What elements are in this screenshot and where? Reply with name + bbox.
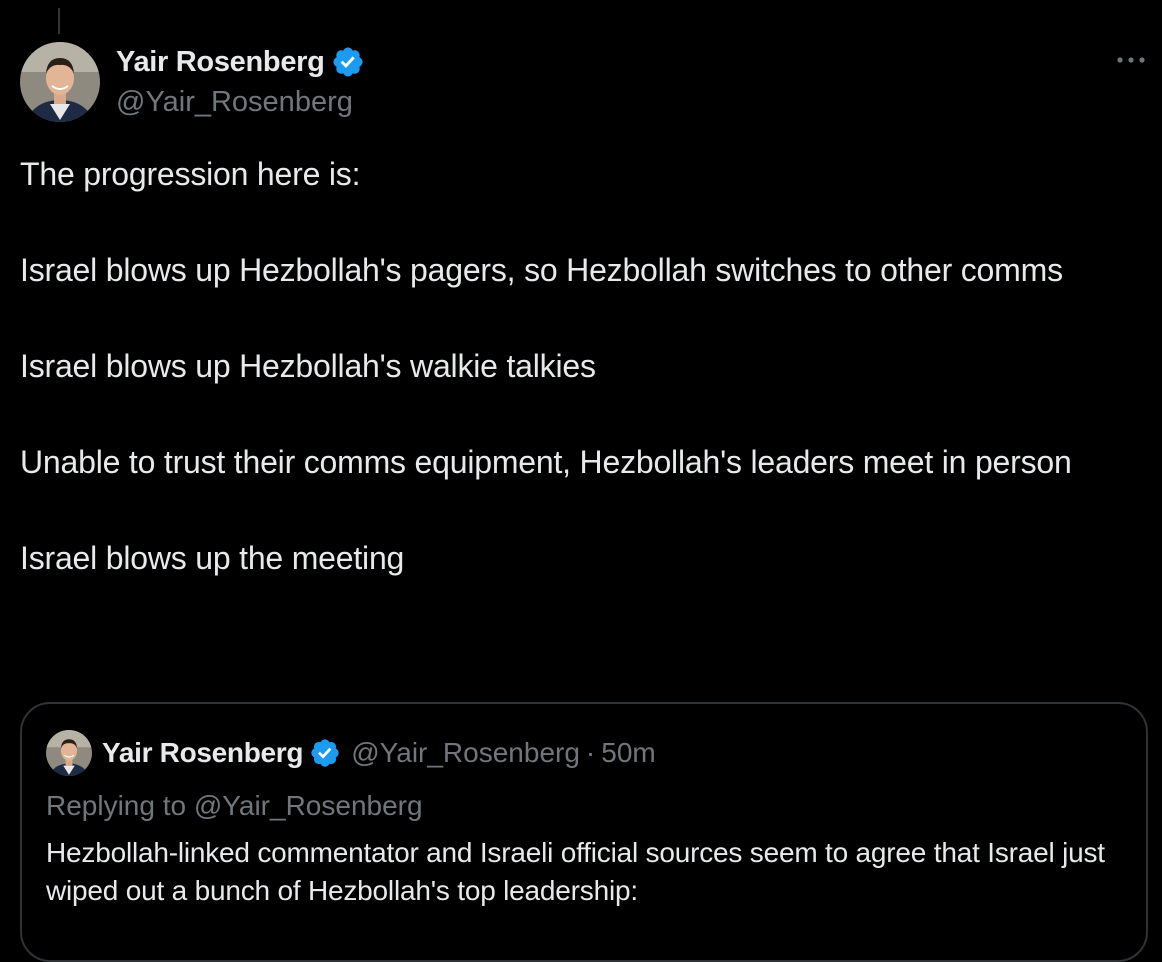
avatar-image bbox=[20, 42, 100, 122]
quoted-tweet-header: Yair Rosenberg @Yair_Rosenberg · 50m bbox=[46, 728, 656, 778]
avatar-image bbox=[46, 730, 92, 776]
tweet-paragraph: Israel blows up Hezbollah's pagers, so H… bbox=[20, 252, 1063, 288]
verified-badge-icon[interactable] bbox=[331, 45, 365, 79]
author-display-name[interactable]: Yair Rosenberg bbox=[116, 46, 325, 79]
verified-badge-icon[interactable] bbox=[309, 737, 341, 769]
tweet-paragraph: The progression here is: bbox=[20, 156, 361, 192]
replying-to-label: Replying to @Yair_Rosenberg bbox=[46, 790, 423, 821]
more-horizontal-icon[interactable] bbox=[1114, 50, 1148, 70]
tweet-paragraph: Israel blows up Hezbollah's walkie talki… bbox=[20, 348, 596, 384]
tweet-body: The progression here is: Israel blows up… bbox=[20, 150, 1130, 582]
author-name-row: Yair Rosenberg bbox=[116, 42, 365, 82]
tweet-paragraph: Israel blows up the meeting bbox=[20, 540, 405, 576]
quoted-author-display-name[interactable]: Yair Rosenberg bbox=[102, 737, 304, 769]
separator-dot: · bbox=[585, 737, 596, 768]
quoted-tweet-card[interactable]: Yair Rosenberg @Yair_Rosenberg · 50m Rep… bbox=[20, 702, 1148, 962]
thread-connector-line bbox=[58, 8, 60, 34]
quoted-author-avatar[interactable] bbox=[46, 730, 92, 776]
author-avatar[interactable] bbox=[20, 42, 100, 122]
quoted-author-handle[interactable]: @Yair_Rosenberg bbox=[351, 737, 580, 769]
author-handle[interactable]: @Yair_Rosenberg bbox=[116, 82, 365, 122]
quoted-tweet-timestamp[interactable]: 50m bbox=[601, 737, 655, 769]
tweet-paragraph: Unable to trust their comms equipment, H… bbox=[20, 444, 1072, 480]
quoted-tweet-text: Hezbollah-linked commentator and Israeli… bbox=[46, 837, 1105, 906]
author-info: Yair Rosenberg @Yair_Rosenberg bbox=[116, 42, 365, 122]
